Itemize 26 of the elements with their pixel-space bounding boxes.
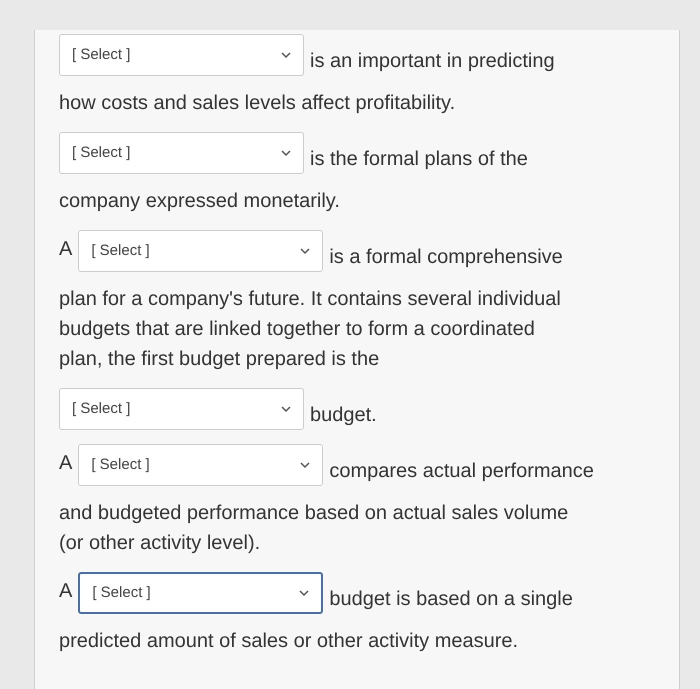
question-text: compares actual performance	[329, 459, 594, 484]
select-dropdown[interactable]: [ Select ]	[59, 388, 304, 430]
article-text: A	[59, 579, 72, 604]
chevron-down-icon	[281, 406, 291, 412]
question-text: is a formal comprehensive	[329, 245, 563, 270]
select-dropdown[interactable]: [ Select ]	[78, 572, 324, 614]
question-text: is the formal plans of the	[310, 147, 528, 172]
question-text: plan for a company's future. It contains several individual budgets that are linked together to form a coordinated plan, the first budget prepared is the	[59, 287, 562, 372]
chevron-down-icon	[281, 150, 291, 156]
question-text: predicted amount of sales or other activity measure.	[59, 629, 520, 654]
chevron-down-icon	[300, 248, 310, 254]
select-dropdown[interactable]: [ Select ]	[59, 34, 304, 76]
question-text: budget is based on a single	[329, 587, 573, 612]
question-text: how costs and sales levels affect profitability.	[59, 91, 456, 116]
select-dropdown[interactable]: [ Select ]	[78, 230, 324, 272]
chevron-down-icon	[281, 52, 291, 58]
select-dropdown[interactable]: [ Select ]	[78, 444, 324, 486]
chevron-down-icon	[299, 590, 310, 596]
article-text: A	[59, 451, 72, 476]
chevron-down-icon	[300, 462, 310, 468]
question-text: and budgeted performance based on actual sales volume (or other activity level).	[59, 501, 570, 556]
question-text: is an important in predicting	[310, 49, 555, 74]
article-text: A	[59, 237, 72, 262]
question-text: company expressed monetarily.	[59, 189, 341, 214]
select-dropdown[interactable]: [ Select ]	[59, 132, 304, 174]
question-text: budget.	[310, 403, 377, 428]
